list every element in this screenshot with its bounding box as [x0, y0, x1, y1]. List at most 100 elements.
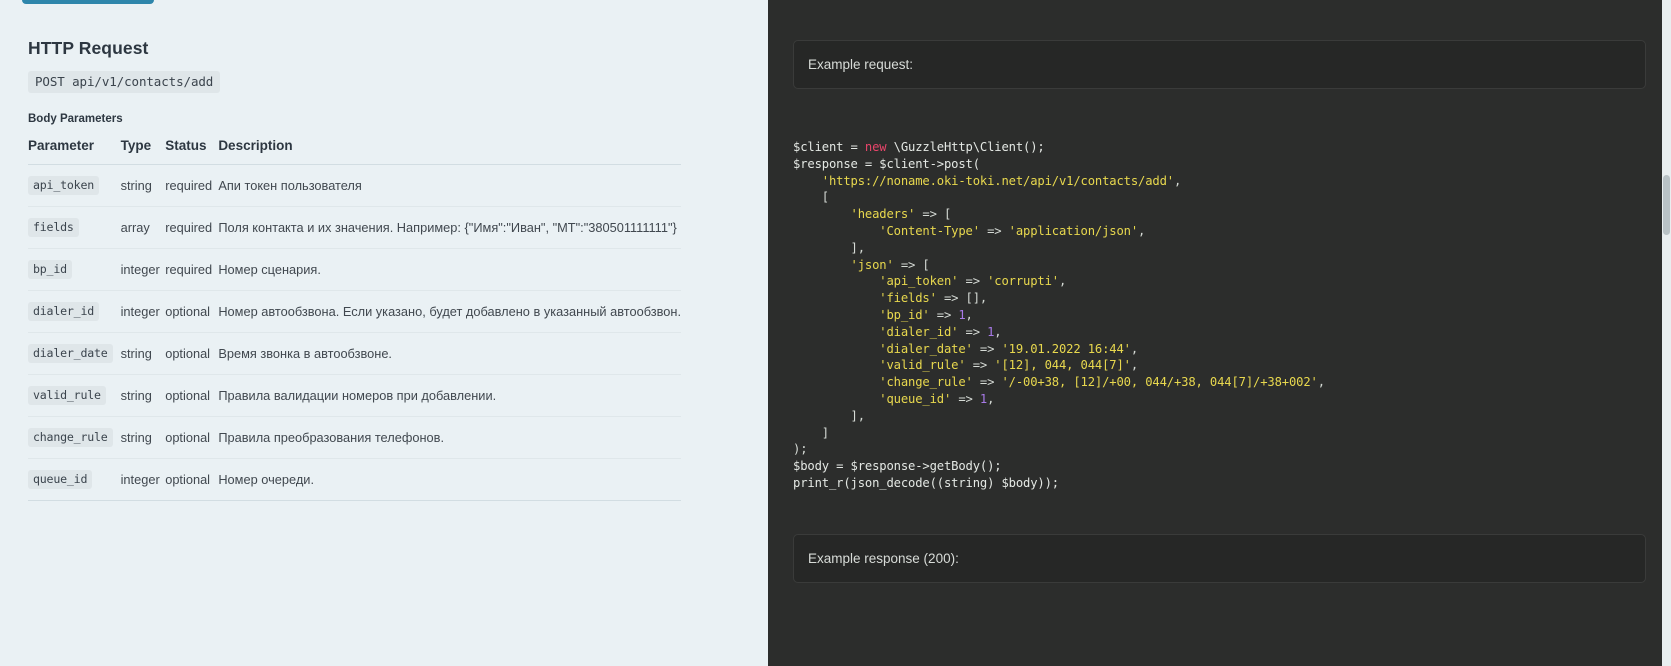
code-token-var: print_r(json_decode((string) $body));: [793, 475, 1059, 490]
code-token-punc: ,: [994, 324, 1002, 339]
code-line: 'queue_id' => 1,: [793, 391, 1646, 408]
code-line: ],: [793, 240, 1646, 257]
code-line: $response = $client->post(: [793, 156, 1646, 173]
code-token-str: '[12], 044, 044[7]': [994, 358, 1131, 373]
code-token-punc: [793, 258, 851, 272]
parameter-name-chip: change_rule: [28, 428, 113, 447]
code-line: 'valid_rule' => '[12], 044, 044[7]',: [793, 357, 1646, 374]
cell-description: Правила валидации номеров при добавлении…: [218, 388, 497, 403]
cell-parameter: fields: [28, 207, 121, 249]
parameter-name-chip: dialer_date: [28, 344, 113, 363]
code-token-str: 'dialer_date': [879, 341, 973, 356]
cell-description: Номер очереди.: [218, 472, 315, 487]
code-line: 'fields' => [],: [793, 290, 1646, 307]
code-example-panel: Example request: $client = new \GuzzleHt…: [768, 0, 1671, 666]
code-token-punc: );: [793, 442, 808, 457]
code-token-str: 'change_rule': [879, 375, 973, 390]
code-token-str: '/-00+38, [12]/+00, 044/+38, 044[7]/+38+…: [1001, 375, 1318, 390]
column-header-status: Status: [165, 138, 207, 153]
cell-status: optional: [165, 430, 211, 445]
table-row: change_rule string optional Правила преобра…: [28, 417, 681, 459]
code-token-punc: ,: [1138, 223, 1146, 238]
cell-description: Номер автообзвона. Если указано, будет д…: [218, 304, 681, 319]
cell-status: optional: [165, 304, 211, 319]
cell-status: optional: [165, 388, 211, 403]
column-header-type: Type: [120, 138, 152, 153]
code-token-str: 'queue_id': [879, 391, 952, 406]
cell-type: string: [120, 178, 152, 193]
cell-status: required: [165, 178, 213, 193]
code-token-str: 'Content-Type': [879, 223, 980, 238]
cell-type: integer: [120, 304, 160, 319]
code-line: 'dialer_date' => '19.01.2022 16:44',: [793, 341, 1646, 358]
code-line: 'json' => [: [793, 257, 1646, 274]
code-line: 'Content-Type' => 'application/json',: [793, 223, 1646, 240]
cell-parameter: valid_rule: [28, 375, 121, 417]
code-token-punc: =>: [951, 391, 980, 406]
cell-type: array: [120, 220, 150, 235]
cell-description: Время звонка в автообзвоне.: [218, 346, 392, 361]
code-token-var: $client =: [793, 140, 865, 154]
cell-type: string: [120, 346, 152, 361]
table-header: Parameter Type Status Description: [28, 138, 681, 165]
endpoint-badge-wrapper: POST api/v1/contacts/add: [28, 59, 740, 93]
code-token-punc: ,: [1058, 274, 1067, 289]
code-token-punc: [793, 375, 879, 389]
code-token-punc: =>: [929, 307, 959, 322]
cell-parameter: dialer_id: [28, 291, 121, 333]
code-token-punc: => [],: [936, 291, 988, 306]
table-row: fields array required Поля контакта и их зн…: [28, 207, 681, 249]
code-token-punc: [: [793, 190, 829, 205]
cell-status: optional: [165, 346, 211, 361]
code-token-punc: [793, 274, 879, 288]
cell-type: integer: [120, 472, 160, 487]
page-scrollbar-thumb[interactable]: [1663, 175, 1670, 235]
table-row: dialer_date string optional Время звонка в …: [28, 333, 681, 375]
code-token-punc: => [: [915, 207, 952, 222]
code-token-punc: =>: [979, 223, 1009, 238]
parameter-name-chip: fields: [28, 218, 79, 237]
code-token-punc: [793, 325, 879, 339]
page-scrollbar-track[interactable]: [1662, 0, 1671, 666]
code-token-punc: [793, 392, 879, 406]
code-token-punc: [793, 174, 822, 188]
code-token-punc: [793, 291, 879, 305]
cell-parameter: queue_id: [28, 459, 121, 501]
code-token-str: 'fields': [879, 291, 937, 306]
code-token-num: 1: [958, 307, 966, 322]
code-line: $client = new \GuzzleHttp\Client();: [793, 139, 1646, 156]
code-token-str: 'https://noname.oki-toki.net/api/v1/cont…: [821, 173, 1174, 188]
cell-description: Поля контакта и их значения. Например: {…: [218, 220, 677, 235]
partial-top-button[interactable]: [22, 0, 154, 4]
table-body: api_token string required Апи токен пользов…: [28, 165, 681, 501]
code-token-str: 'corrupti': [987, 274, 1059, 289]
table-row: queue_id integer optional Номер очереди.: [28, 459, 681, 501]
cell-parameter: dialer_date: [28, 333, 121, 375]
code-token-punc: [793, 207, 851, 221]
code-token-punc: => [: [893, 257, 930, 272]
code-token-punc: [793, 224, 879, 238]
code-token-str: 'bp_id': [879, 307, 930, 322]
table-row: bp_id integer required Номер сценария.: [28, 249, 681, 291]
body-parameters-table: Parameter Type Status Description api_to…: [28, 138, 681, 501]
table-row: valid_rule string optional Правила валидаци…: [28, 375, 681, 417]
code-token-punc: ,: [1130, 341, 1138, 356]
code-token-punc: ,: [1173, 173, 1182, 188]
endpoint-badge: POST api/v1/contacts/add: [28, 71, 221, 93]
code-token-punc: ,: [987, 391, 995, 406]
cell-parameter: change_rule: [28, 417, 121, 459]
code-line: ],: [793, 408, 1646, 425]
table-header-row: Parameter Type Status Description: [28, 138, 681, 165]
parameter-name-chip: valid_rule: [28, 386, 106, 405]
cell-type: string: [120, 430, 152, 445]
code-token-punc: =>: [958, 274, 988, 289]
code-token-str: 'dialer_id': [879, 324, 959, 339]
code-line: 'api_token' => 'corrupti',: [793, 273, 1646, 290]
column-header-parameter: Parameter: [28, 138, 95, 153]
code-token-str: '19.01.2022 16:44': [1001, 341, 1131, 356]
php-code-block[interactable]: $client = new \GuzzleHttp\Client(); $resp…: [793, 139, 1646, 492]
parameter-name-chip: dialer_id: [28, 302, 100, 321]
code-token-str: 'api_token': [879, 274, 959, 289]
example-request-callout: Example request:: [793, 40, 1646, 89]
code-token-punc: =>: [958, 324, 988, 339]
